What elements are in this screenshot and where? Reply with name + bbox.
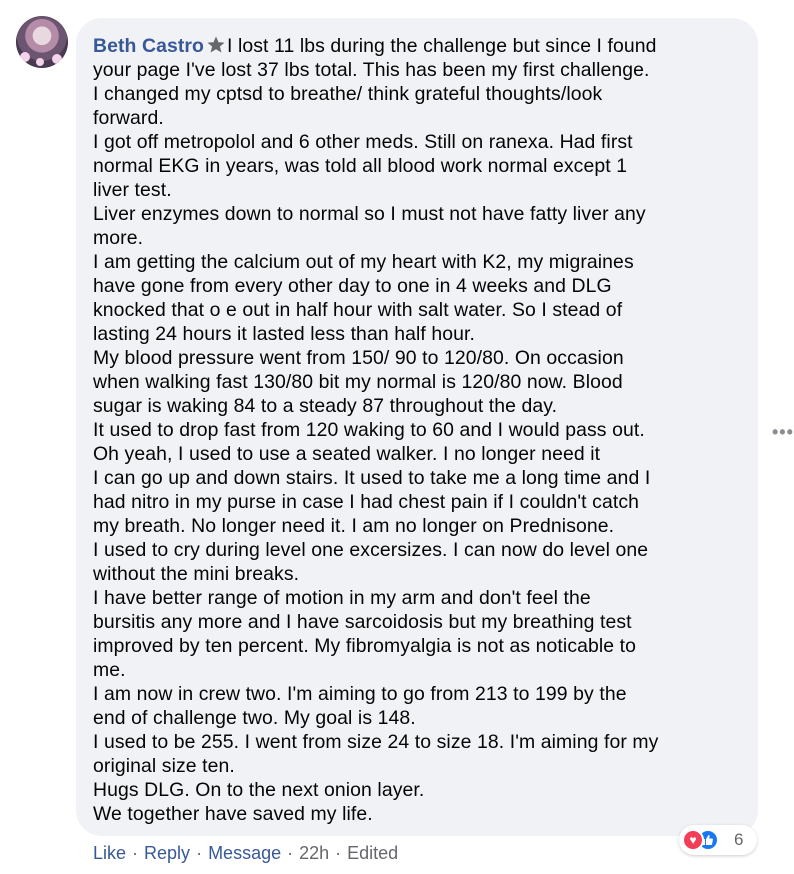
like-link[interactable]: Like xyxy=(93,843,126,863)
separator: · xyxy=(196,843,203,863)
reactions-summary[interactable]: ♥ 6 xyxy=(679,825,757,855)
avatar[interactable] xyxy=(16,16,68,68)
comment-line: I have better range of motion in my arm … xyxy=(93,587,591,609)
comment-line: your page I've lost 37 lbs total. This h… xyxy=(93,59,650,81)
star-badge-icon xyxy=(207,36,225,53)
comment-line: normal EKG in years, was told all blood … xyxy=(93,155,628,177)
comment-line: my breath. No longer need it. I am no lo… xyxy=(93,515,615,537)
comment-line: My blood pressure went from 150/ 90 to 1… xyxy=(93,347,624,369)
comment-line: improved by ten percent. My fibromyalgia… xyxy=(93,635,637,657)
comment-line: without the mini breaks. xyxy=(93,563,300,585)
comment-line: Liver enzymes down to normal so I must n… xyxy=(93,203,646,225)
comment-actions: Like · Reply · Message · 22h · Edited xyxy=(93,842,398,864)
love-reaction-icon: ♥ xyxy=(682,829,704,851)
separator: · xyxy=(335,843,342,863)
separator: · xyxy=(287,843,294,863)
avatar-flower-decoration xyxy=(20,52,30,62)
comment-line: I lost 11 lbs during the challenge but s… xyxy=(227,35,657,57)
timestamp[interactable]: 22h xyxy=(299,843,329,863)
separator: · xyxy=(132,843,139,863)
comment-line: I used to be 255. I went from size 24 to… xyxy=(93,731,659,753)
comment-line: Oh yeah, I used to use a seated walker. … xyxy=(93,443,601,465)
comment-line: me. xyxy=(93,659,126,681)
comment-line: end of challenge two. My goal is 148. xyxy=(93,707,416,729)
comment-line: have gone from every other day to one in… xyxy=(93,275,612,297)
comment-line: I used to cry during level one excersize… xyxy=(93,539,649,561)
comment-first-line: Beth Castro I lost 11 lbs during the chal… xyxy=(93,34,745,58)
comment-line: I got off metropolol and 6 other meds. S… xyxy=(93,131,633,153)
reply-link[interactable]: Reply xyxy=(144,843,190,863)
comment-line: It used to drop fast from 120 waking to … xyxy=(93,419,645,441)
comment-text: Beth Castro I lost 11 lbs during the chal… xyxy=(93,34,745,826)
comment-line: more. xyxy=(93,227,144,249)
comment-line: I am getting the calcium out of my heart… xyxy=(93,251,634,273)
message-link[interactable]: Message xyxy=(208,843,281,863)
avatar-flower-decoration xyxy=(36,58,44,66)
comment-line: We together have saved my life. xyxy=(93,803,373,825)
comment-line: original size ten. xyxy=(93,755,235,777)
author-name[interactable]: Beth Castro xyxy=(93,35,204,57)
reaction-count: 6 xyxy=(734,830,744,849)
comment-line: Hugs DLG. On to the next onion layer. xyxy=(93,779,425,801)
avatar-flower-decoration xyxy=(52,54,62,64)
comment-line: had nitro in my purse in case I had ches… xyxy=(93,491,639,513)
comment-line: liver test. xyxy=(93,179,172,201)
comment-line: lasting 24 hours it lasted less than hal… xyxy=(93,323,475,345)
comment-line: forward. xyxy=(93,107,164,129)
comment-line: knocked that o e out in half hour with s… xyxy=(93,299,623,321)
comment-line: sugar is waking 84 to a steady 87 throug… xyxy=(93,395,558,417)
comment-line: I can go up and down stairs. It used to … xyxy=(93,467,651,489)
comment-line: I changed my cptsd to breathe/ think gra… xyxy=(93,83,603,105)
comment-line: I am now in crew two. I'm aiming to go f… xyxy=(93,683,627,705)
edited-label[interactable]: Edited xyxy=(347,843,398,863)
more-options-icon[interactable]: ••• xyxy=(772,423,794,441)
comment-line: when walking fast 130/80 bit my normal i… xyxy=(93,371,623,393)
comment-line: bursitis any more and I have sarcoidosis… xyxy=(93,611,632,633)
